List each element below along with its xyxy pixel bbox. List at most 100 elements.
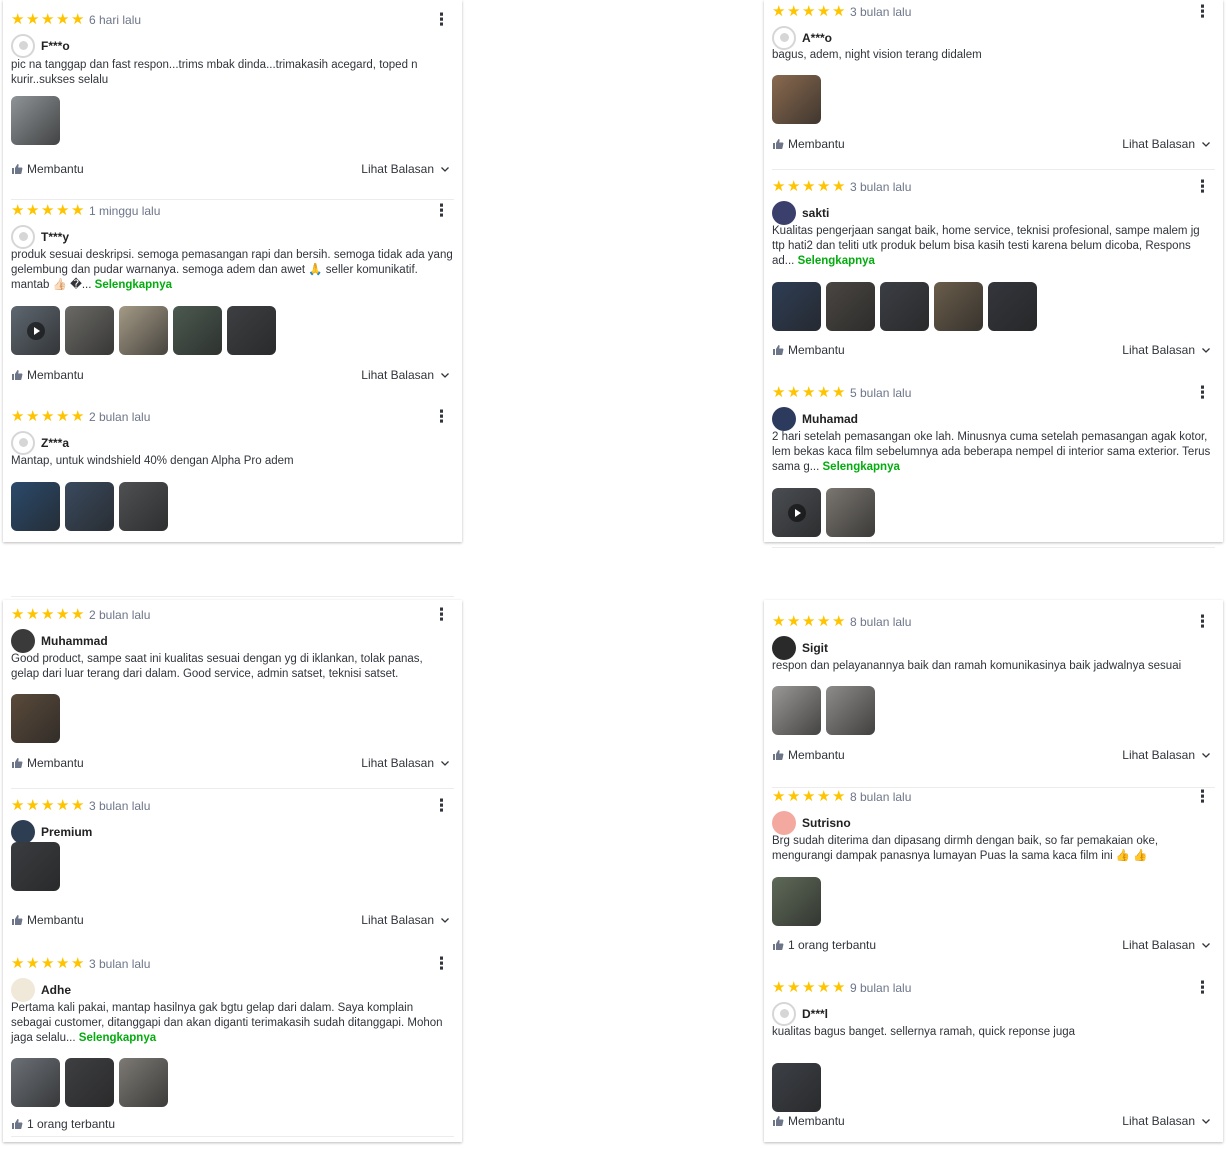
star-icon: ★	[26, 797, 40, 814]
more-options-icon[interactable]: ⋮	[433, 407, 450, 427]
review-photo-thumbnail[interactable]	[826, 686, 875, 735]
review-date: 2 bulan lalu	[89, 410, 151, 424]
helpful-button[interactable]: Membantu	[772, 137, 845, 151]
helpful-button[interactable]: Membantu	[772, 748, 845, 762]
review-photo-thumbnail[interactable]	[65, 1058, 114, 1107]
review-photo-thumbnail[interactable]	[11, 96, 60, 145]
read-more-link[interactable]: Selengkapnya	[823, 461, 900, 473]
review-media	[11, 96, 60, 145]
review-photo-thumbnail[interactable]	[772, 686, 821, 735]
reviewer-row: Sutrisno	[772, 811, 851, 835]
star-icon: ★	[26, 955, 40, 972]
review-photo-thumbnail[interactable]	[227, 306, 276, 355]
see-reply-button[interactable]: Lihat Balasan	[1122, 343, 1211, 357]
star-icon: ★	[832, 178, 846, 195]
review-photo-thumbnail[interactable]	[173, 306, 222, 355]
more-options-icon[interactable]: ⋮	[1194, 2, 1211, 22]
more-options-icon[interactable]: ⋮	[1194, 978, 1211, 998]
more-options-icon[interactable]: ⋮	[433, 954, 450, 974]
star-icon: ★	[832, 3, 846, 20]
review-photo-thumbnail[interactable]	[65, 306, 114, 355]
review-body: bagus, adem, night vision terang didalem	[772, 49, 982, 61]
see-reply-button[interactable]: Lihat Balasan	[1122, 938, 1211, 952]
review-photo-thumbnail[interactable]	[119, 482, 168, 531]
helpful-label: Membantu	[788, 343, 845, 357]
review-video-thumbnail[interactable]	[772, 488, 821, 537]
star-icon: ★	[802, 979, 816, 996]
see-reply-label: Lihat Balasan	[361, 368, 434, 382]
review-photo-thumbnail[interactable]	[826, 282, 875, 331]
star-rating: ★ ★ ★ ★ ★	[11, 955, 85, 972]
see-reply-button[interactable]: Lihat Balasan	[361, 913, 450, 927]
see-reply-button[interactable]: Lihat Balasan	[361, 756, 450, 770]
star-icon: ★	[26, 606, 40, 623]
see-reply-button[interactable]: Lihat Balasan	[1122, 748, 1211, 762]
rating-row: ★ ★ ★ ★ ★ 3 bulan lalu ⋮	[11, 954, 454, 974]
thumbs-up-icon	[773, 139, 784, 149]
more-options-icon[interactable]: ⋮	[433, 201, 450, 221]
star-icon: ★	[56, 202, 70, 219]
more-options-icon[interactable]: ⋮	[1194, 177, 1211, 197]
review-body: Pertama kali pakai, mantap hasilnya gak …	[11, 1002, 443, 1044]
see-reply-button[interactable]: Lihat Balasan	[361, 162, 450, 176]
chevron-down-icon	[1202, 753, 1210, 758]
review-photo-thumbnail[interactable]	[119, 1058, 168, 1107]
helpful-button[interactable]: Membantu	[11, 756, 84, 770]
star-icon: ★	[11, 202, 25, 219]
review-photo-thumbnail[interactable]	[772, 1063, 821, 1112]
reviewer-name: F***o	[41, 39, 70, 53]
review-photo-thumbnail[interactable]	[11, 694, 60, 743]
more-options-icon[interactable]: ⋮	[433, 605, 450, 625]
star-icon: ★	[71, 606, 85, 623]
read-more-link[interactable]: Selengkapnya	[79, 1032, 156, 1044]
see-reply-button[interactable]: Lihat Balasan	[1122, 137, 1211, 151]
helpful-label: 1 orang terbantu	[788, 938, 877, 952]
helpful-button[interactable]: Membantu	[11, 162, 84, 176]
see-reply-button[interactable]: Lihat Balasan	[1122, 1114, 1211, 1128]
star-icon: ★	[41, 202, 55, 219]
helpful-button[interactable]: Membantu	[11, 368, 84, 382]
star-icon: ★	[772, 979, 786, 996]
review-item: ★ ★ ★ ★ ★ 3 bulan lalu ⋮ Adhe Pertama kali pakai…	[11, 954, 454, 1142]
see-reply-label: Lihat Balasan	[1122, 1114, 1195, 1128]
review-date: 3 bulan lalu	[89, 799, 151, 813]
more-options-icon[interactable]: ⋮	[1194, 612, 1211, 632]
review-actions: Membantu Lihat Balasan	[772, 341, 1215, 359]
review-photo-thumbnail[interactable]	[119, 306, 168, 355]
star-rating: ★ ★ ★ ★ ★	[11, 797, 85, 814]
read-more-link[interactable]: Selengkapnya	[95, 279, 172, 291]
star-rating: ★ ★ ★ ★ ★	[772, 385, 846, 400]
review-photo-thumbnail[interactable]	[772, 75, 821, 124]
helpful-button[interactable]: 1 orang terbantu	[11, 1117, 115, 1131]
more-options-icon[interactable]: ⋮	[1194, 787, 1211, 807]
more-options-icon[interactable]: ⋮	[433, 796, 450, 816]
review-photo-thumbnail[interactable]	[11, 1058, 60, 1107]
review-panel-1: ★ ★ ★ ★ ★ 6 hari lalu ⋮ F***o pic na tanggap dan…	[3, 0, 462, 597]
review-photo-thumbnail[interactable]	[11, 842, 60, 891]
review-photo-thumbnail[interactable]	[772, 282, 821, 331]
helpful-button[interactable]: 1 orang terbantu	[772, 938, 876, 952]
read-more-link[interactable]: Selengkapnya	[798, 255, 875, 267]
helpful-button[interactable]: Membantu	[772, 343, 845, 357]
review-video-thumbnail[interactable]	[11, 306, 60, 355]
more-options-icon[interactable]: ⋮	[1194, 383, 1211, 403]
review-photo-thumbnail[interactable]	[934, 282, 983, 331]
star-icon: ★	[802, 178, 816, 195]
see-reply-button[interactable]: Lihat Balasan	[361, 368, 450, 382]
reviewer-row: Muhammad	[11, 629, 108, 653]
star-icon: ★	[56, 606, 70, 623]
reviewer-row: Z***a	[11, 431, 69, 455]
review-photo-thumbnail[interactable]	[65, 482, 114, 531]
review-photo-thumbnail[interactable]	[988, 282, 1037, 331]
rating-row: ★ ★ ★ ★ ★ 3 bulan lalu ⋮	[11, 796, 454, 816]
helpful-button[interactable]: Membantu	[772, 1114, 845, 1128]
helpful-label: Membantu	[27, 756, 84, 770]
star-icon: ★	[772, 788, 786, 805]
review-text: Brg sudah diterima dan dipasang dirmh de…	[772, 834, 1215, 864]
review-photo-thumbnail[interactable]	[880, 282, 929, 331]
more-options-icon[interactable]: ⋮	[433, 10, 450, 30]
review-photo-thumbnail[interactable]	[772, 877, 821, 926]
review-photo-thumbnail[interactable]	[826, 488, 875, 537]
review-photo-thumbnail[interactable]	[11, 482, 60, 531]
helpful-button[interactable]: Membantu	[11, 913, 84, 927]
